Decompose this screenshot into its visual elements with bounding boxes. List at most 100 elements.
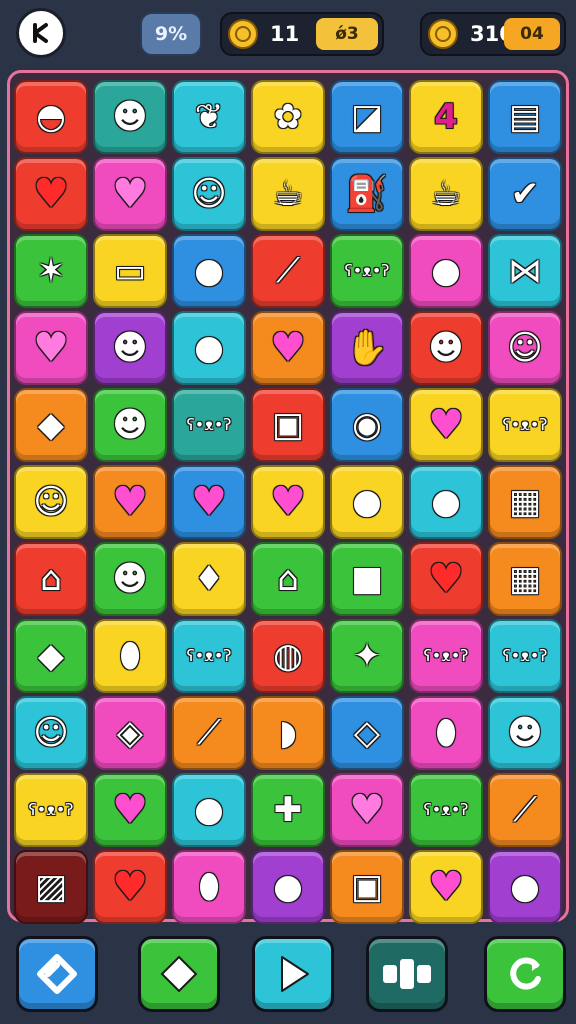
board-tile[interactable]: ▣ <box>251 388 325 462</box>
heart-icon: ♥ <box>112 171 148 217</box>
fish-icon: ◗ <box>279 713 297 753</box>
hint-button[interactable] <box>138 936 220 1012</box>
berry-icon: ● <box>510 867 540 907</box>
board-tile[interactable]: ⌂ <box>14 542 88 616</box>
diamond-icon <box>160 955 198 993</box>
heart-icon: ♥ <box>112 787 148 833</box>
board-tile[interactable]: ❦ <box>172 80 246 154</box>
board-tile[interactable]: ● <box>409 465 483 539</box>
board-tile[interactable]: ● <box>330 465 404 539</box>
heart-icon: ♥ <box>191 479 227 525</box>
board-tile[interactable]: ♥ <box>251 465 325 539</box>
board-tile[interactable]: ♥ <box>409 542 483 616</box>
board-tile[interactable]: ♥ <box>172 465 246 539</box>
board-tile[interactable]: ʕ•ᴥ•ʔ <box>330 234 404 308</box>
board-tile[interactable]: ♥ <box>93 850 167 924</box>
board-tile[interactable]: ✦ <box>330 619 404 693</box>
board-tile[interactable]: ☺ <box>14 465 88 539</box>
board-tile[interactable]: ▦ <box>488 465 562 539</box>
board-tile[interactable]: ⛽ <box>330 157 404 231</box>
board-tile[interactable]: ▤ <box>488 80 562 154</box>
board-tile[interactable]: ☻ <box>93 80 167 154</box>
board-tile[interactable]: ⬮ <box>172 850 246 924</box>
board-tile[interactable]: ● <box>172 773 246 847</box>
board-tile[interactable]: ♥ <box>14 157 88 231</box>
board-tile[interactable]: ʕ•ᴥ•ʔ <box>488 388 562 462</box>
board-tile[interactable]: ☕ <box>251 157 325 231</box>
mug-icon: ☕ <box>430 174 462 214</box>
board-tile[interactable]: ʕ•ᴥ•ʔ <box>172 388 246 462</box>
board-tile[interactable]: ⟋ <box>251 234 325 308</box>
board-tile[interactable]: ◗ <box>251 696 325 770</box>
board-tile[interactable]: ◇ <box>330 696 404 770</box>
santa-hat-icon: ◓ <box>36 97 66 137</box>
board-tile[interactable]: ☻ <box>409 311 483 385</box>
board-tile[interactable]: ☺ <box>14 696 88 770</box>
board-tile[interactable]: ♦ <box>172 542 246 616</box>
board-tile[interactable]: ■ <box>330 542 404 616</box>
board-tile[interactable]: ▭ <box>93 234 167 308</box>
board-tile[interactable]: ✋ <box>330 311 404 385</box>
board-tile[interactable]: ☺ <box>488 311 562 385</box>
board-tile[interactable]: ● <box>409 234 483 308</box>
board-tile[interactable]: ☻ <box>93 388 167 462</box>
board-tile[interactable]: ● <box>172 311 246 385</box>
gift-icon: ▣ <box>271 405 305 445</box>
board-tile[interactable]: ✿ <box>251 80 325 154</box>
play-button[interactable] <box>252 936 334 1012</box>
board-tile[interactable]: ʕ•ᴥ•ʔ <box>488 619 562 693</box>
board-tile[interactable]: ☕ <box>409 157 483 231</box>
board-tile[interactable]: ☻ <box>93 311 167 385</box>
board-tile[interactable]: ♥ <box>93 157 167 231</box>
board-tile[interactable]: ◆ <box>14 388 88 462</box>
board-tile[interactable]: ☻ <box>488 696 562 770</box>
board-tile[interactable]: ✔ <box>488 157 562 231</box>
cheese-icon: ◪ <box>350 97 384 137</box>
heart-icon: ♥ <box>428 556 464 602</box>
board-tile[interactable]: ⌂ <box>251 542 325 616</box>
board-tile[interactable]: ♥ <box>409 850 483 924</box>
board-tile[interactable]: ☻ <box>93 542 167 616</box>
board-tile[interactable]: ▨ <box>14 850 88 924</box>
board-tile[interactable]: ʕ•ᴥ•ʔ <box>409 773 483 847</box>
board-tile[interactable]: ♥ <box>93 465 167 539</box>
board-tile[interactable]: ✚ <box>251 773 325 847</box>
board-tile[interactable]: ● <box>488 850 562 924</box>
board-tile[interactable]: ♥ <box>251 311 325 385</box>
board-tile[interactable]: ♥ <box>330 773 404 847</box>
restart-button[interactable] <box>484 936 566 1012</box>
board-tile[interactable]: ʕ•ᴥ•ʔ <box>14 773 88 847</box>
board-tile[interactable]: ◓ <box>14 80 88 154</box>
progress-percent-text: 9% <box>154 23 188 45</box>
board-tile[interactable]: ♥ <box>409 388 483 462</box>
jar-icon: ■ <box>350 559 384 599</box>
board-tile[interactable]: 4 <box>409 80 483 154</box>
board-tile[interactable]: ⟋ <box>172 696 246 770</box>
board-tile[interactable]: ⋈ <box>488 234 562 308</box>
pear-icon: ☻ <box>112 559 148 599</box>
apple-icon: ● <box>194 251 224 291</box>
board-tile[interactable]: ◆ <box>14 619 88 693</box>
board-tile[interactable]: ◉ <box>330 388 404 462</box>
back-button[interactable] <box>16 8 66 58</box>
board-tile[interactable]: ● <box>251 850 325 924</box>
board-tile[interactable]: ✶ <box>14 234 88 308</box>
board-tile[interactable]: ▣ <box>330 850 404 924</box>
board-tile[interactable]: ⟋ <box>488 773 562 847</box>
shuffle-button[interactable] <box>16 936 98 1012</box>
board-tile[interactable]: ☺ <box>172 157 246 231</box>
board-tile[interactable]: ● <box>172 234 246 308</box>
board-tile[interactable]: ◈ <box>93 696 167 770</box>
board-tile[interactable]: ▦ <box>488 542 562 616</box>
pause-button[interactable] <box>366 936 448 1012</box>
board-tile[interactable]: ʕ•ᴥ•ʔ <box>172 619 246 693</box>
board-tile[interactable]: ⬮ <box>93 619 167 693</box>
board-tile[interactable]: ♥ <box>14 311 88 385</box>
board-tile[interactable]: ⬮ <box>409 696 483 770</box>
board-tile[interactable]: ◍ <box>251 619 325 693</box>
board-tile[interactable]: ʕ•ᴥ•ʔ <box>409 619 483 693</box>
board-tile[interactable]: ◪ <box>330 80 404 154</box>
board-tile[interactable]: ♥ <box>93 773 167 847</box>
lemon-icon: ● <box>194 328 224 368</box>
play-icon <box>281 956 309 992</box>
